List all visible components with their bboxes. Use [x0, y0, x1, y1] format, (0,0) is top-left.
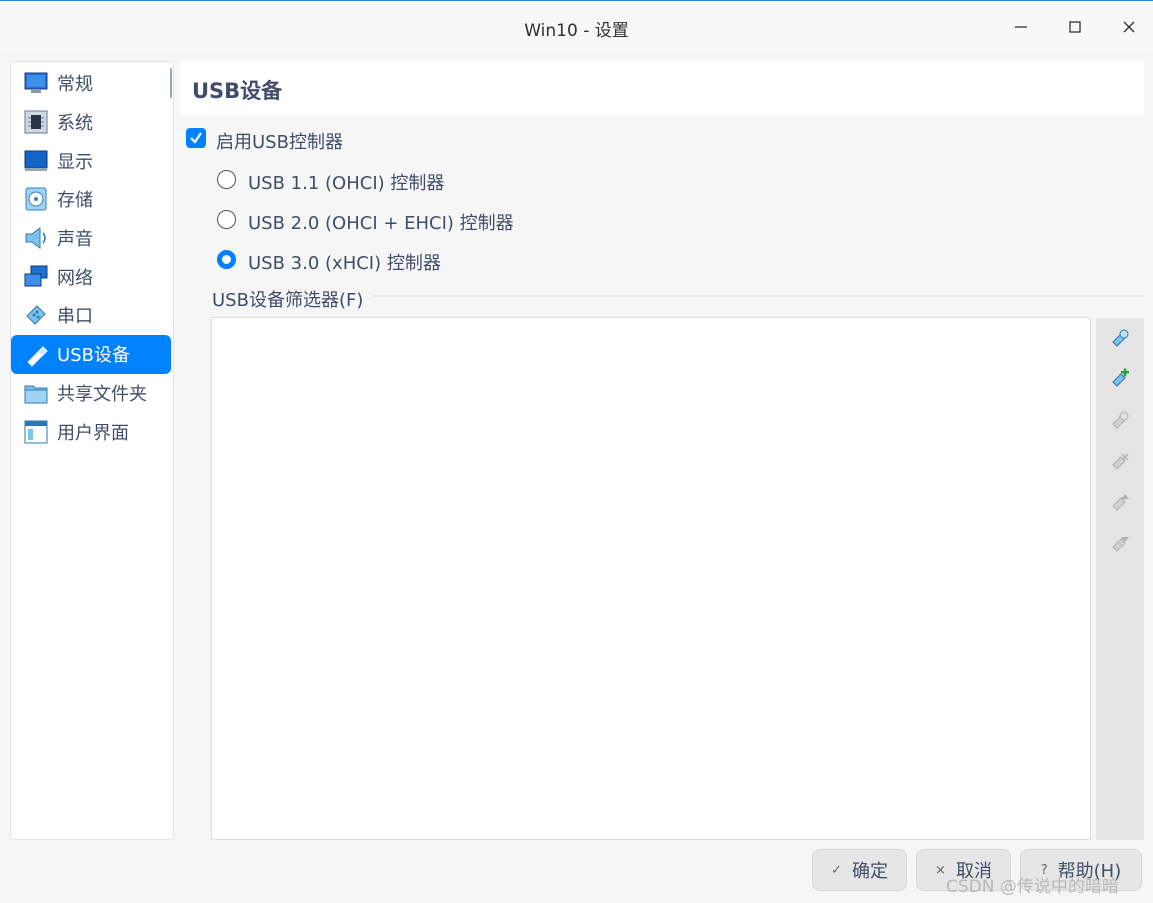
- ok-button-label: 确定: [851, 861, 888, 882]
- usb-1-1-radio[interactable]: [217, 170, 236, 189]
- sidebar-item-label: 串口: [57, 306, 93, 328]
- maximize-icon: [1069, 21, 1081, 33]
- sidebar-item-label: 存储: [57, 190, 93, 212]
- move-filter-up-icon: [1112, 494, 1129, 511]
- sidebar-item-label: 声音: [57, 229, 93, 251]
- sidebar-item-label: 用户界面: [57, 422, 129, 444]
- add-empty-filter-icon: [1112, 329, 1129, 347]
- sidebar-item-serial-port[interactable]: 串口: [11, 296, 173, 335]
- usb-2-0-label[interactable]: USB 2.0 (OHCI + EHCI) 控制器: [248, 209, 514, 235]
- sidebar-item-audio[interactable]: 声音: [11, 219, 173, 258]
- remove-filter-button[interactable]: [1108, 449, 1132, 473]
- move-filter-down-button[interactable]: [1108, 531, 1132, 555]
- enable-usb-label[interactable]: 启用USB控制器: [216, 128, 343, 154]
- edit-filter-icon: [1112, 411, 1129, 429]
- sidebar-item-general[interactable]: 常规: [11, 64, 173, 103]
- checkmark-icon: [190, 132, 202, 144]
- sidebar-item-label: 网络: [57, 267, 93, 289]
- sidebar-item-label: 显示: [57, 151, 93, 173]
- add-empty-filter-button[interactable]: [1108, 326, 1132, 350]
- sidebar-item-system[interactable]: 系统: [11, 103, 173, 142]
- remove-filter-icon: [1112, 453, 1129, 470]
- storage-disk-icon: [25, 187, 47, 211]
- enable-usb-checkbox[interactable]: [186, 128, 206, 148]
- usb-2-0-radio[interactable]: [217, 210, 236, 229]
- minimize-icon: [1015, 26, 1027, 28]
- sidebar-item-label: 常规: [57, 74, 93, 96]
- edit-filter-button[interactable]: [1108, 408, 1132, 432]
- minimize-button[interactable]: [1003, 11, 1039, 43]
- page-title: USB设备: [192, 79, 283, 103]
- usb-filters-label: USB设备筛选器(F): [212, 290, 364, 311]
- usb-3-0-radio[interactable]: [217, 250, 236, 269]
- add-filter-from-device-button[interactable]: [1108, 366, 1132, 390]
- settings-sidebar: 常规 系统 显示 存储 声音 网络 串口 USB设备 共享文件夹 用户界面: [10, 61, 174, 840]
- window-title: Win10 - 设置: [524, 21, 629, 41]
- move-filter-down-icon: [1112, 537, 1129, 552]
- move-filter-up-button[interactable]: [1108, 490, 1132, 514]
- sidebar-item-label: USB设备: [57, 345, 130, 367]
- general-icon: [24, 72, 48, 94]
- sidebar-item-usb[interactable]: USB设备: [11, 334, 171, 374]
- display-monitor-icon: [24, 150, 48, 171]
- group-divider: [372, 295, 1144, 297]
- sidebar-item-display[interactable]: 显示: [11, 141, 173, 180]
- sidebar-item-label: 系统: [57, 113, 93, 135]
- network-icon: [24, 265, 48, 287]
- shared-folder-icon: [24, 385, 48, 404]
- add-filter-from-device-icon: [1112, 368, 1129, 387]
- close-icon: [1123, 21, 1135, 33]
- page-header: USB设备: [180, 61, 1144, 115]
- cancel-x-icon: ×: [935, 862, 946, 878]
- watermark: CSDN @传说中的暗暗: [946, 877, 1119, 897]
- sidebar-item-user-interface[interactable]: 用户界面: [11, 412, 173, 451]
- sidebar-item-shared-folders[interactable]: 共享文件夹: [11, 374, 173, 413]
- ok-button[interactable]: ✓ 确定: [812, 849, 907, 891]
- sidebar-item-network[interactable]: 网络: [11, 257, 173, 296]
- usb-3-0-label[interactable]: USB 3.0 (xHCI) 控制器: [248, 249, 441, 275]
- check-icon: ✓: [831, 862, 842, 878]
- filter-toolbar: [1096, 318, 1144, 840]
- maximize-button[interactable]: [1057, 11, 1093, 43]
- user-interface-icon: [24, 420, 48, 444]
- title-bar: Win10 - 设置: [0, 0, 1153, 52]
- close-button[interactable]: [1111, 11, 1147, 43]
- sidebar-item-label: 共享文件夹: [57, 383, 147, 405]
- serial-port-icon: [26, 305, 46, 326]
- usb-icon: [27, 346, 48, 367]
- usb-1-1-label[interactable]: USB 1.1 (OHCI) 控制器: [248, 169, 444, 195]
- system-chip-icon: [24, 110, 48, 134]
- usb-filter-list[interactable]: [211, 317, 1091, 840]
- sidebar-item-storage[interactable]: 存储: [11, 180, 173, 219]
- speaker-icon: [25, 227, 46, 250]
